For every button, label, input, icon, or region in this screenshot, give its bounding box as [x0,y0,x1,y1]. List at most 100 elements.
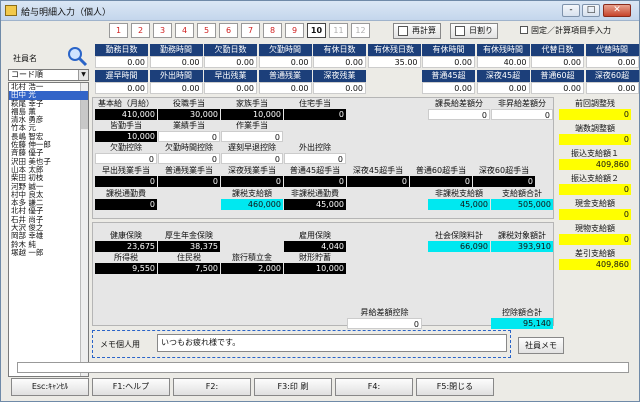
page-tab-3[interactable]: 3 [153,23,172,38]
pay-r1-value[interactable]: 30,000 [158,109,220,120]
page-tab-5[interactable]: 5 [197,23,216,38]
summary-value[interactable]: 409,860 [559,159,631,170]
pay-r4-value[interactable]: 0 [221,176,283,187]
deduct-r1-label: 社会保険料計 [435,231,483,240]
pay-r2-value[interactable]: 10,000 [95,131,157,142]
attendance-value[interactable]: 0.00 [258,56,312,68]
minimize-button[interactable]: - [562,4,580,17]
page-tab-10[interactable]: 10 [307,23,326,38]
app-icon [5,5,17,16]
pay-r2-label: 業績手当 [173,121,205,130]
fixed-manual-checkbox[interactable] [520,26,528,34]
employee-memo-button[interactable]: 社員メモ [518,337,564,354]
employee-list[interactable]: 北村 浩一 田中 光萩尾 幸子 福島 薫清水 勇彦 竹本 元長嶋 智宏 佐藤 伸一郎 斉藤… [8,82,89,377]
pay-r4-label: 深夜残業手当 [228,166,276,175]
function-key-button[interactable]: F1:ヘルプ [92,378,170,396]
sort-select[interactable]: コード順 ▼ [8,69,89,81]
pay-r5-value[interactable]: 0 [95,199,157,210]
pay-r2-value[interactable]: 0 [221,131,283,142]
page-tab-1[interactable]: 1 [109,23,128,38]
title-bar: 給与明細入力（個人） - □ ✕ [1,1,639,21]
attendance-value[interactable]: 0.00 [95,82,148,94]
pay-r1-value[interactable]: 0 [428,109,490,120]
summary-value[interactable]: 0 [559,134,631,145]
pay-r5-value[interactable]: 45,000 [428,199,490,210]
attendance-value[interactable]: 0.00 [313,56,366,68]
recalc-button[interactable]: 再計算 [393,23,441,39]
pay-r4-value[interactable]: 0 [410,176,472,187]
deduct-r1-value[interactable]: 38,375 [158,241,220,252]
deduct-r2-value[interactable]: 9,550 [95,263,157,274]
attendance-value[interactable]: 0.00 [422,82,475,94]
function-key-button[interactable]: F3:印 刷 [254,378,332,396]
attendance-value[interactable]: 0.00 [585,56,639,68]
pay-r3-value[interactable]: 0 [95,153,157,164]
summary-value[interactable]: 409,860 [559,259,631,270]
deduct-r1-value[interactable]: 4,040 [284,241,346,252]
pay-r1-value[interactable]: 410,000 [95,109,157,120]
page-tab-12[interactable]: 12 [351,23,370,38]
memo-input[interactable]: いつもお疲れ様です。 [157,334,507,352]
pay-r2-value[interactable]: 0 [158,131,220,142]
pay-r4-value[interactable]: 0 [473,176,535,187]
summary-value[interactable]: 0 [559,109,631,120]
summary-value[interactable]: 0 [559,234,631,245]
deduct-r2-value[interactable]: 2,000 [221,263,283,274]
deduct-r1-value[interactable]: 66,090 [428,241,490,252]
maximize-button[interactable]: □ [582,4,600,17]
recalc-label: 再計算 [412,26,436,35]
pay-r1-value[interactable]: 0 [491,109,553,120]
pay-r1-value[interactable]: 0 [284,109,346,120]
function-key-button[interactable]: Esc:ｷｬﾝｾﾙ [11,378,89,396]
page-tab-11[interactable]: 11 [329,23,348,38]
pay-r3-value[interactable]: 0 [221,153,283,164]
attendance-value[interactable]: 40.00 [476,56,530,68]
attendance-label: 欠勤時間 [258,44,312,56]
close-button[interactable]: ✕ [603,4,631,17]
attendance-value[interactable]: 0.00 [204,82,257,94]
attendance-value[interactable]: 35.00 [367,56,421,68]
pay-r5-value[interactable]: 45,000 [284,199,346,210]
pay-r4-value[interactable]: 0 [95,176,157,187]
employee-list-item[interactable]: 塚越 一郎 [9,248,88,257]
page-tab-8[interactable]: 8 [263,23,282,38]
attendance-value[interactable]: 0.00 [149,82,203,94]
page-tab-4[interactable]: 4 [175,23,194,38]
pay-r3-value[interactable]: 0 [158,153,220,164]
search-icon[interactable] [66,45,88,67]
deduct-r1-value[interactable]: 393,910 [491,241,553,252]
pay-r1-value[interactable]: 10,000 [221,109,283,120]
attendance-value[interactable]: 0.00 [204,56,257,68]
attendance-value[interactable]: 0.00 [531,56,584,68]
page-tab-6[interactable]: 6 [219,23,238,38]
page-tab-7[interactable]: 7 [241,23,260,38]
deduct-r3-value[interactable]: 95,140 [491,318,553,329]
attendance-value[interactable]: 0.00 [258,82,312,94]
pay-r4-value[interactable]: 0 [158,176,220,187]
summary-value[interactable]: 0 [559,184,631,195]
pay-r5-value[interactable]: 505,000 [491,199,553,210]
attendance-value[interactable]: 0.00 [476,82,530,94]
deduct-r2-value[interactable]: 7,500 [158,263,220,274]
page-tab-2[interactable]: 2 [131,23,150,38]
deduct-r1-value[interactable]: 23,675 [95,241,157,252]
deduct-r3-value[interactable]: 0 [347,318,422,329]
attendance-value[interactable]: 0.00 [531,82,584,94]
pay-r5-value[interactable]: 460,000 [221,199,283,210]
page-tab-9[interactable]: 9 [285,23,304,38]
deduct-r2-value[interactable]: 10,000 [284,263,346,274]
attendance-value[interactable]: 0.00 [95,56,148,68]
attendance-value[interactable]: 0.00 [313,82,366,94]
deduct-r1-label: 雇用保険 [299,231,331,240]
attendance-value[interactable]: 0.00 [585,82,639,94]
pay-r4-value[interactable]: 0 [284,176,346,187]
pay-r3-value[interactable]: 0 [284,153,346,164]
attendance-value[interactable]: 0.00 [422,56,475,68]
pay-r4-value[interactable]: 0 [347,176,409,187]
date-split-button[interactable]: 日割り [450,23,498,39]
function-key-button[interactable]: F5:閉じる [416,378,494,396]
summary-value[interactable]: 0 [559,209,631,220]
attendance-value[interactable]: 0.00 [149,56,203,68]
function-key-button[interactable]: F4: [335,378,413,396]
function-key-button[interactable]: F2: [173,378,251,396]
